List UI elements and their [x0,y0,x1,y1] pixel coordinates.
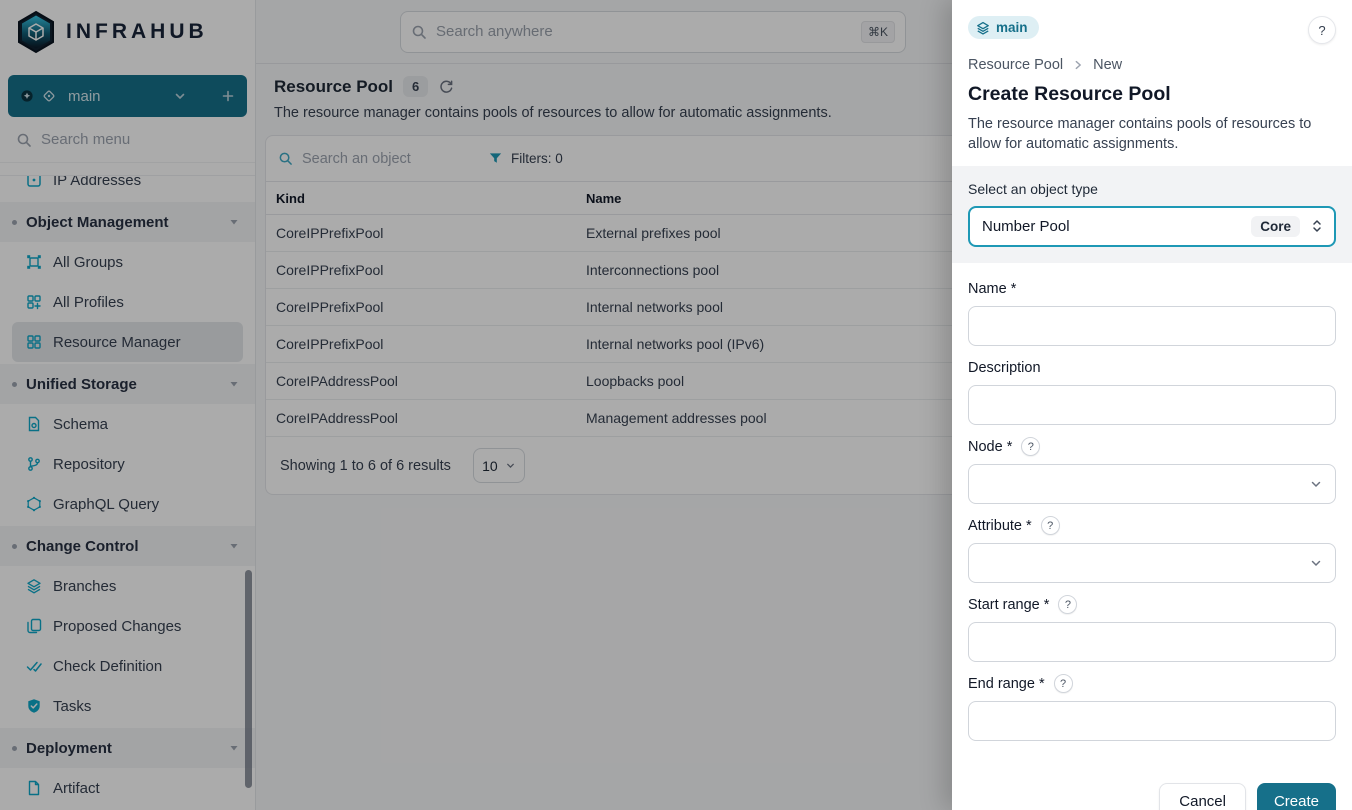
description-input[interactable] [968,385,1336,425]
app-root: INFRAHUB main [0,0,1352,810]
help-icon[interactable]: ? [1041,516,1060,535]
start-range-input[interactable] [968,622,1336,662]
create-button[interactable]: Create [1257,783,1336,810]
help-button[interactable]: ? [1308,16,1336,44]
chevron-right-icon [1072,59,1084,71]
field-label: Node * [968,439,1012,455]
end-range-input[interactable] [968,701,1336,741]
field-attribute: Attribute * ? [968,516,1336,583]
node-select[interactable] [968,464,1336,504]
field-label: Attribute * [968,518,1032,534]
field-end-range: End range * ? [968,674,1336,741]
name-input[interactable] [968,306,1336,346]
breadcrumb: Resource Pool New [968,57,1336,73]
field-label: End range * [968,676,1045,692]
field-start-range: Start range * ? [968,595,1336,662]
drawer-header: main ? Resource Pool New Create Resource… [952,0,1352,166]
chevrons-up-down-icon [1310,218,1324,234]
drawer-description: The resource manager contains pools of r… [968,114,1328,155]
field-label: Name * [968,281,1016,297]
object-type-value: Number Pool [982,218,1241,235]
breadcrumb-item-current: New [1093,57,1122,73]
field-name: Name * [968,279,1336,346]
attribute-select[interactable] [968,543,1336,583]
chevron-down-icon [1309,556,1323,570]
create-form: Name * Description Node * ? [952,263,1352,769]
drawer-title: Create Resource Pool [968,83,1336,106]
field-node: Node * ? [968,437,1336,504]
field-description: Description [968,358,1336,425]
branch-badge-label: main [996,20,1028,35]
field-label: Start range * [968,597,1049,613]
object-type-section: Select an object type Number Pool Core [952,166,1352,263]
drawer-footer: Cancel Create [952,769,1352,810]
help-icon[interactable]: ? [1021,437,1040,456]
help-icon[interactable]: ? [1058,595,1077,614]
object-type-label: Select an object type [968,181,1336,197]
object-type-select[interactable]: Number Pool Core [968,206,1336,247]
core-badge: Core [1251,216,1300,237]
chevron-down-icon [1309,477,1323,491]
cancel-button[interactable]: Cancel [1159,783,1246,810]
field-label: Description [968,360,1041,376]
breadcrumb-item[interactable]: Resource Pool [968,57,1063,73]
create-resource-pool-drawer: main ? Resource Pool New Create Resource… [952,0,1352,810]
layers-icon [976,21,990,35]
branch-badge[interactable]: main [968,16,1039,39]
help-icon[interactable]: ? [1054,674,1073,693]
